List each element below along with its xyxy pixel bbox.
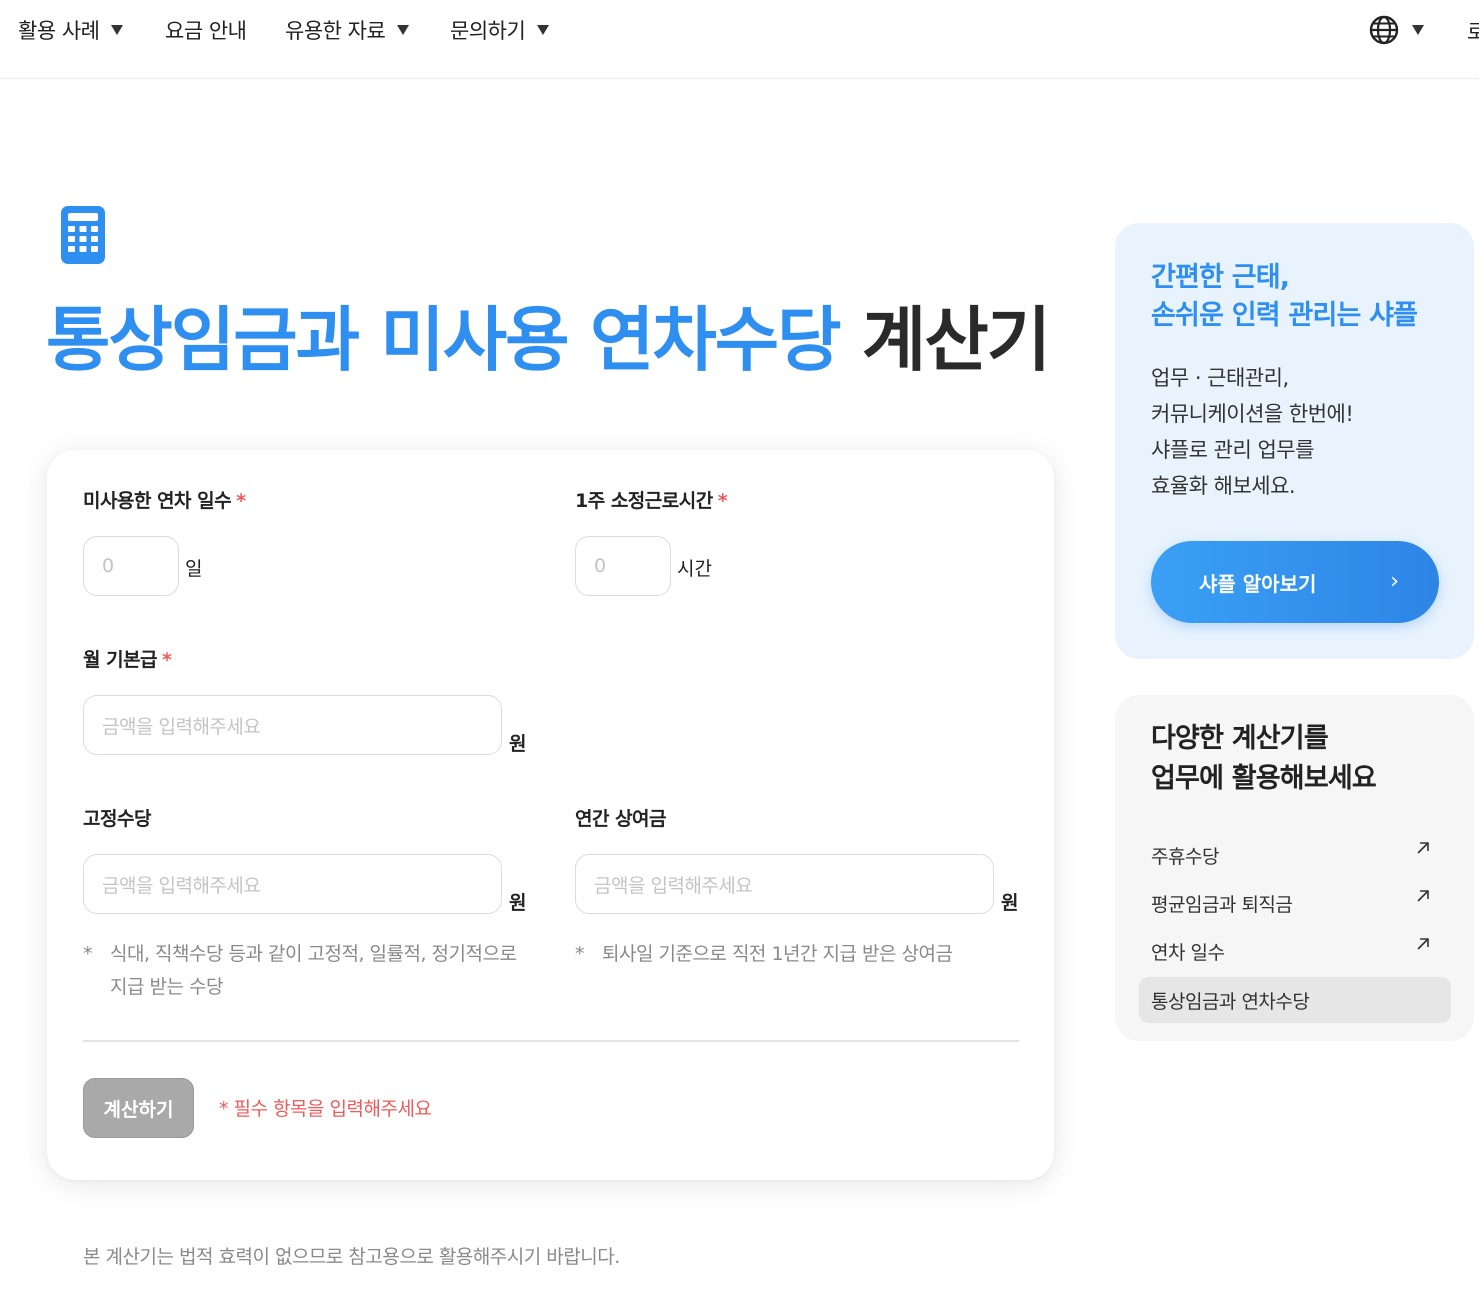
fixed-allowance-label: 고정수당: [83, 804, 151, 831]
fixed-allowance-label-text: 고정수당: [83, 808, 151, 830]
top-nav: 활용 사례 요금 안내 유용한 자료 문의하기 로: [0, 0, 1479, 79]
arrow-up-right-icon: [1417, 842, 1429, 854]
page-title-highlight: 통상임금과 미사용 연차수당: [46, 299, 842, 381]
unused-days-unit: 일: [185, 558, 203, 580]
required-mark: *: [717, 490, 728, 512]
base-salary-placeholder: 금액을 입력해주세요: [102, 715, 261, 738]
calculator-list-card: 다양한 계산기를 업무에 활용해보세요 주휴수당 평균임금과 퇴직금 연차 일수…: [1115, 695, 1474, 1041]
annual-bonus-label-text: 연간 상여금: [575, 808, 667, 830]
note-mark: *: [83, 943, 93, 965]
promo-body-line: 효율화 해보세요.: [1151, 474, 1296, 498]
chevron-down-icon: [397, 25, 410, 35]
nav-item-label: 요금 안내: [165, 19, 247, 43]
unused-days-label: 미사용한 연차 일수 *: [83, 486, 246, 513]
annual-bonus-note-text: 퇴사일 기준으로 직전 1년간 지급 받은 상여금: [602, 943, 953, 965]
learn-more-button[interactable]: 샤플 알아보기 ›: [1151, 541, 1439, 623]
page-title-suffix: 계산기: [861, 299, 1051, 381]
fixed-allowance-note-text: 식대, 직책수당 등과 같이 고정적, 일률적, 정기적으로 지급 받는 수당: [110, 943, 517, 998]
calculator-link-ordinary-wage[interactable]: 통상임금과 연차수당: [1139, 977, 1451, 1023]
page-title: 통상임금과 미사용 연차수당 계산기: [46, 292, 1051, 388]
calculate-button[interactable]: 계산하기: [83, 1078, 194, 1138]
unused-days-input[interactable]: 0: [83, 536, 179, 596]
nav-item-pricing[interactable]: 요금 안내: [165, 16, 247, 44]
promo-body: 업무 · 근태관리, 커뮤니케이션을 한번에! 샤플로 관리 업무를 효율화 해…: [1151, 360, 1354, 504]
weekly-hours-input[interactable]: 0: [575, 536, 671, 596]
chevron-right-icon: ›: [1390, 569, 1399, 594]
divider: [83, 1040, 1019, 1042]
arrow-up-right-icon: [1417, 938, 1429, 950]
weekly-hours-unit: 시간: [677, 558, 712, 580]
weekly-hours-label-text: 1주 소정근로시간: [575, 490, 713, 512]
fixed-allowance-unit: 원: [509, 892, 527, 914]
calculator-link-label: 통상임금과 연차수당: [1151, 990, 1310, 1013]
calculator-list-title: 다양한 계산기를 업무에 활용해보세요: [1151, 719, 1377, 799]
chevron-down-icon: [537, 25, 550, 35]
unused-days-placeholder: 0: [102, 555, 114, 577]
annual-bonus-unit: 원: [1001, 892, 1019, 914]
note-mark: *: [575, 943, 585, 965]
nav-item-label: 활용 사례: [18, 19, 100, 43]
annual-bonus-input[interactable]: 금액을 입력해주세요: [575, 854, 994, 914]
weekly-hours-label: 1주 소정근로시간 *: [575, 486, 728, 513]
promo-body-line: 업무 · 근태관리,: [1151, 366, 1289, 390]
calculator-link-label: 평균임금과 퇴직금: [1151, 893, 1293, 916]
calculator-form: 미사용한 연차 일수 * 0 일 1주 소정근로시간 * 0 시간 월 기본급 * 금…: [47, 450, 1054, 1180]
promo-card: 간편한 근태, 손쉬운 인력 관리는 샤플 업무 · 근태관리, 커뮤니케이션을…: [1115, 223, 1474, 659]
required-warning: * 필수 항목을 입력해주세요: [219, 1098, 432, 1120]
promo-body-line: 커뮤니케이션을 한번에!: [1151, 402, 1354, 426]
learn-more-label: 샤플 알아보기: [1199, 571, 1317, 596]
fixed-allowance-note: * 식대, 직책수당 등과 같이 고정적, 일률적, 정기적으로 지급 받는 수…: [83, 938, 523, 1004]
disclaimer: 본 계산기는 법적 효력이 없으므로 참고용으로 활용해주시기 바랍니다.: [83, 1246, 620, 1268]
nav-item-use-cases[interactable]: 활용 사례: [18, 16, 124, 44]
base-salary-input[interactable]: 금액을 입력해주세요: [83, 695, 502, 755]
calculator-link-label: 연차 일수: [1151, 941, 1225, 964]
calculator-link-weekly-holiday-pay[interactable]: 주휴수당: [1139, 832, 1451, 878]
calculator-link-label: 주휴수당: [1151, 845, 1219, 868]
promo-title-line: 손쉬운 인력 관리는 샤플: [1151, 300, 1418, 331]
promo-title-line: 간편한 근태,: [1151, 262, 1290, 293]
nav-item-resources[interactable]: 유용한 자료: [285, 16, 410, 44]
promo-body-line: 샤플로 관리 업무를: [1151, 438, 1314, 462]
required-mark: *: [162, 649, 172, 671]
globe-icon[interactable]: [1368, 14, 1400, 46]
fixed-allowance-placeholder: 금액을 입력해주세요: [102, 874, 261, 897]
arrow-up-right-icon: [1417, 890, 1429, 902]
annual-bonus-label: 연간 상여금: [575, 804, 667, 831]
calculator-list-title-line: 다양한 계산기를: [1151, 723, 1329, 754]
calculate-button-label: 계산하기: [103, 1098, 174, 1121]
calculator-link-annual-leave-days[interactable]: 연차 일수: [1139, 928, 1451, 974]
nav-item-label: 유용한 자료: [285, 19, 386, 43]
nav-item-label: 문의하기: [450, 19, 526, 43]
weekly-hours-placeholder: 0: [594, 555, 606, 577]
fixed-allowance-input[interactable]: 금액을 입력해주세요: [83, 854, 502, 914]
unused-days-label-text: 미사용한 연차 일수: [83, 490, 232, 512]
calculator-list-title-line: 업무에 활용해보세요: [1151, 763, 1377, 794]
base-salary-label-text: 월 기본급: [83, 649, 158, 671]
chevron-down-icon[interactable]: [1412, 25, 1424, 35]
required-mark: *: [236, 490, 246, 512]
nav-item-login[interactable]: 로: [1467, 16, 1479, 46]
annual-bonus-note: * 퇴사일 기준으로 직전 1년간 지급 받은 상여금: [575, 938, 1015, 971]
annual-bonus-placeholder: 금액을 입력해주세요: [594, 874, 753, 897]
nav-item-contact[interactable]: 문의하기: [450, 16, 550, 44]
promo-title: 간편한 근태, 손쉬운 인력 관리는 샤플: [1151, 259, 1418, 335]
base-salary-unit: 원: [509, 733, 527, 755]
chevron-down-icon: [111, 25, 124, 35]
calculator-icon: [61, 206, 105, 264]
base-salary-label: 월 기본급 *: [83, 645, 172, 672]
calculator-link-severance-pay[interactable]: 평균임금과 퇴직금: [1139, 880, 1451, 926]
